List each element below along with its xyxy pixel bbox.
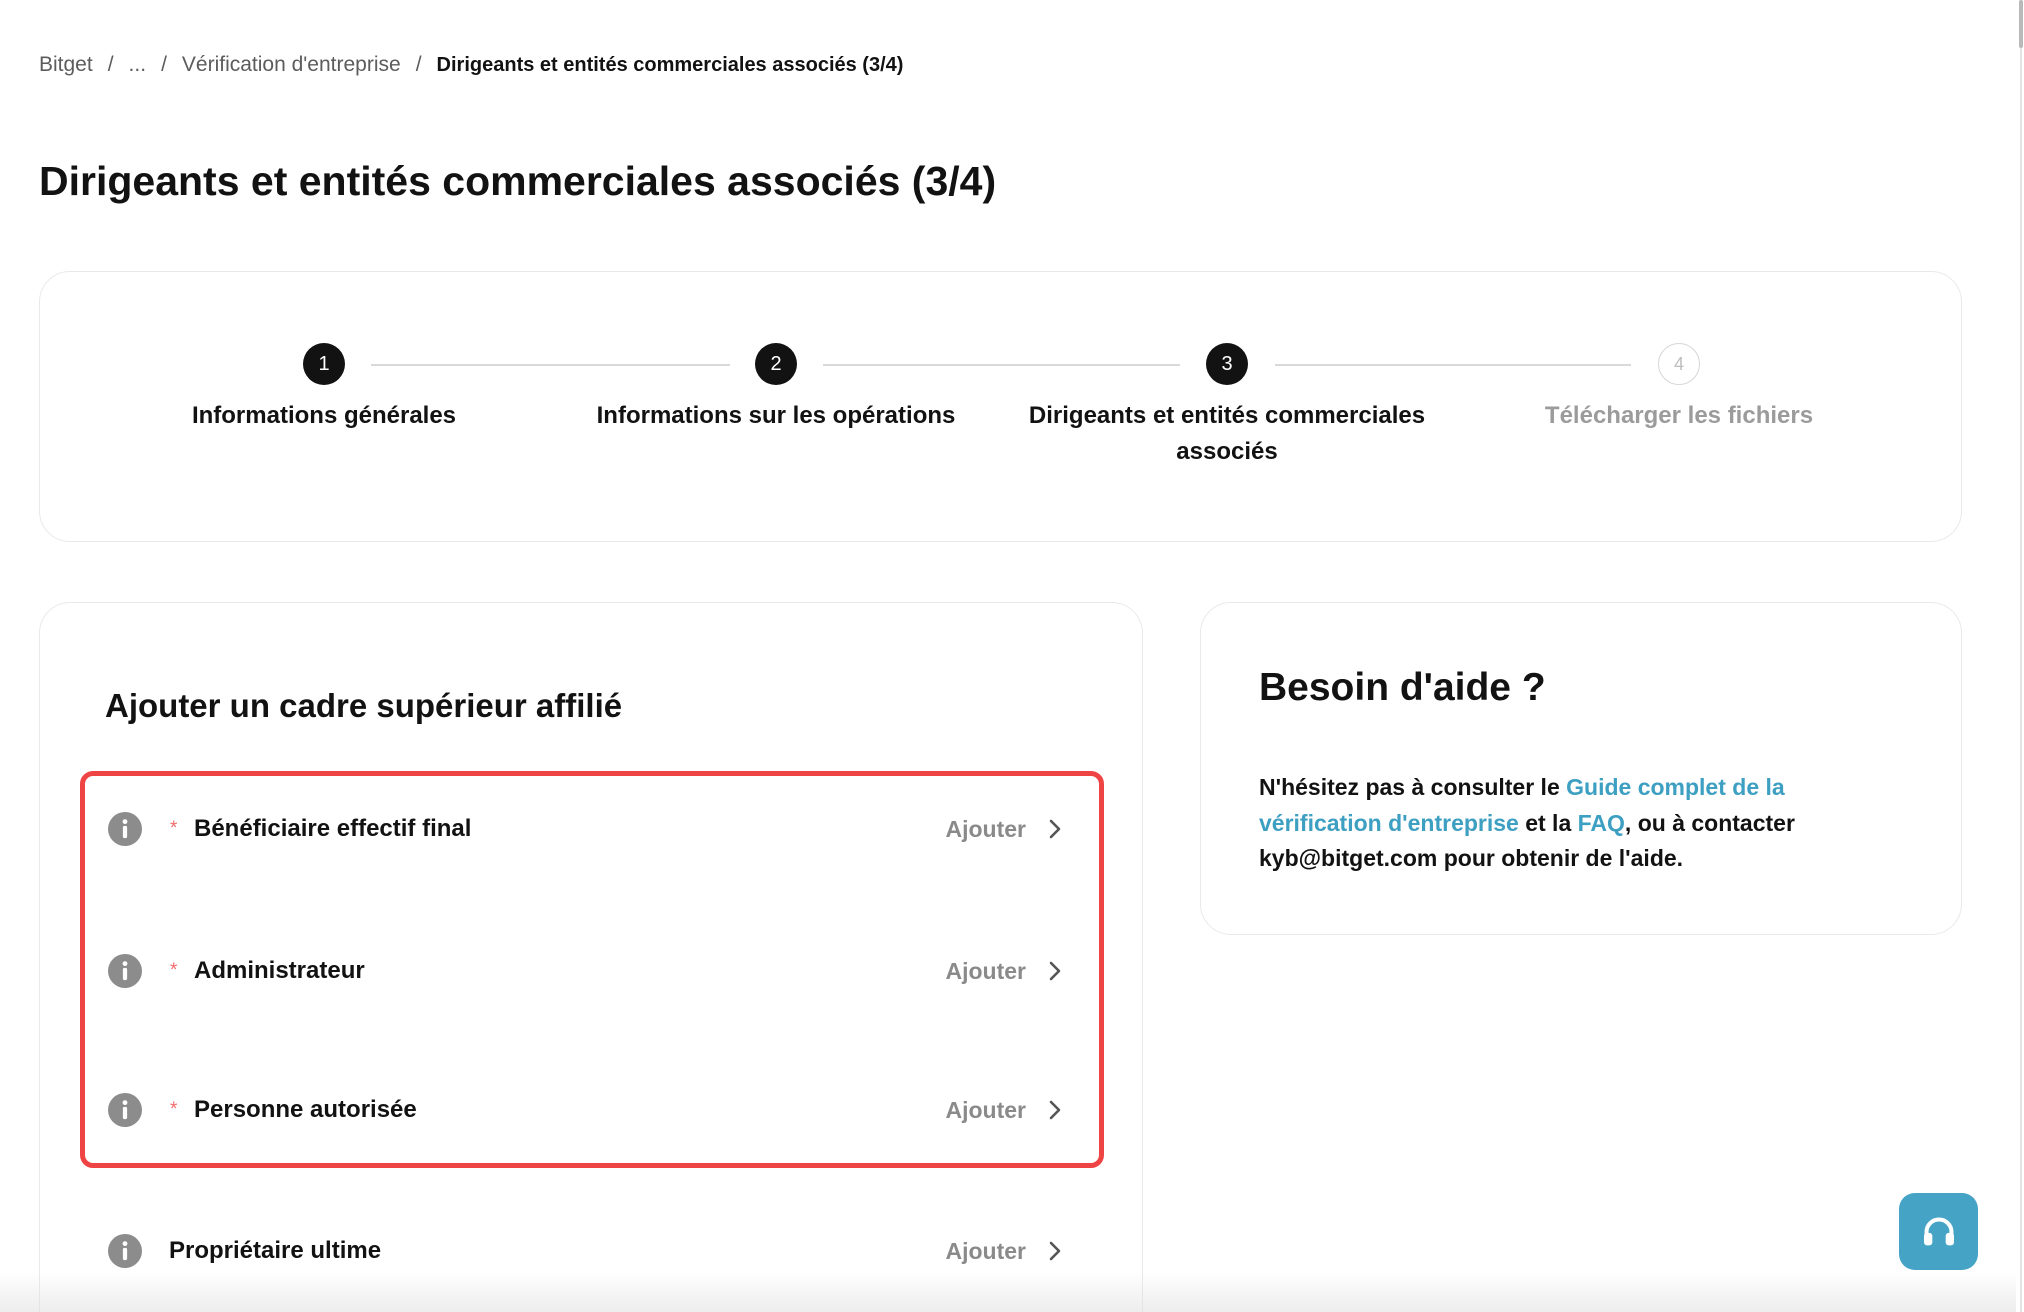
- executives-card: Ajouter un cadre supérieur affilié * Bén…: [39, 602, 1143, 1312]
- support-button[interactable]: [1899, 1193, 1978, 1270]
- breadcrumb-item-bitget[interactable]: Bitget: [39, 53, 93, 77]
- faq-link[interactable]: FAQ: [1578, 810, 1625, 836]
- step-number: 4: [1658, 343, 1700, 385]
- list-item-ultimate-beneficial-owner[interactable]: * Bénéficiaire effectif final Ajouter: [100, 799, 1080, 859]
- step-number: 1: [303, 343, 345, 385]
- required-mark: *: [170, 960, 178, 981]
- info-icon[interactable]: [108, 954, 142, 988]
- breadcrumb-item-business-verification[interactable]: Vérification d'entreprise: [182, 53, 401, 77]
- info-icon[interactable]: [108, 1093, 142, 1127]
- breadcrumb-current: Dirigeants et entités commerciales assoc…: [436, 53, 904, 76]
- help-text-middle: et la: [1518, 809, 1578, 836]
- add-button[interactable]: Ajouter: [946, 799, 1064, 859]
- headset-icon: [1919, 1212, 1959, 1252]
- list-item-ultimate-owner[interactable]: Propriétaire ultime Ajouter: [100, 1221, 1080, 1281]
- add-button[interactable]: Ajouter: [946, 941, 1064, 1001]
- add-button-label: Ajouter: [945, 1237, 1027, 1264]
- scrollbar-thumb[interactable]: [2019, 0, 2023, 48]
- add-button-label: Ajouter: [945, 957, 1027, 984]
- step-upload-files: 4 Télécharger les fichiers: [1459, 343, 1899, 434]
- section-title: Ajouter un cadre supérieur affilié: [105, 687, 623, 724]
- breadcrumb-item-ellipsis[interactable]: ...: [129, 53, 147, 77]
- chevron-right-icon: [1047, 1240, 1063, 1262]
- required-mark: *: [170, 1099, 178, 1120]
- list-item-label: Administrateur: [194, 957, 365, 984]
- help-text-intro: N'hésitez pas à consulter le: [1259, 774, 1567, 800]
- add-button-label: Ajouter: [945, 815, 1027, 842]
- step-label: Informations générales: [191, 402, 457, 429]
- chevron-right-icon: [1047, 818, 1063, 840]
- step-general-information: 1 Informations générales: [104, 343, 544, 434]
- info-icon[interactable]: [108, 1234, 142, 1268]
- list-item-authorized-person[interactable]: * Personne autorisée Ajouter: [100, 1080, 1080, 1140]
- breadcrumb-separator: /: [161, 53, 167, 76]
- stepper-card: 1 Informations générales 2 Informations …: [39, 271, 1962, 542]
- breadcrumb-separator: /: [107, 53, 114, 76]
- add-button-label: Ajouter: [945, 1096, 1027, 1123]
- required-mark: *: [170, 818, 178, 839]
- list-item-label: Personne autorisée: [194, 1096, 417, 1123]
- step-number: 3: [1206, 343, 1248, 385]
- breadcrumb-separator: /: [415, 53, 422, 76]
- help-text: N'hésitez pas à consulter le Guide compl…: [1259, 770, 1879, 877]
- scrollbar[interactable]: [2018, 0, 2024, 1312]
- breadcrumb: Bitget / ... / Vérification d'entreprise…: [39, 52, 903, 78]
- step-number: 2: [755, 343, 797, 385]
- list-item-label: Bénéficiaire effectif final: [194, 815, 472, 842]
- step-label: Informations sur les opérations: [596, 402, 956, 429]
- step-label: Télécharger les fichiers: [1544, 402, 1814, 429]
- help-title: Besoin d'aide ?: [1259, 666, 1546, 709]
- step-operations-information: 2 Informations sur les opérations: [556, 343, 996, 434]
- page-title: Dirigeants et entités commerciales assoc…: [39, 158, 997, 204]
- chevron-right-icon: [1047, 1099, 1063, 1121]
- step-label: Dirigeants et entités commerciales assoc…: [1028, 402, 1426, 465]
- chevron-right-icon: [1047, 960, 1063, 982]
- add-button[interactable]: Ajouter: [946, 1221, 1064, 1281]
- list-item-administrator[interactable]: * Administrateur Ajouter: [100, 941, 1080, 1001]
- scrollbar-track[interactable]: [2020, 0, 2022, 1312]
- info-icon[interactable]: [108, 812, 142, 846]
- add-button[interactable]: Ajouter: [946, 1080, 1064, 1140]
- help-card: Besoin d'aide ? N'hésitez pas à consulte…: [1200, 602, 1962, 935]
- list-item-label: Propriétaire ultime: [169, 1237, 382, 1264]
- step-executives-entities: 3 Dirigeants et entités commerciales ass…: [1007, 343, 1447, 470]
